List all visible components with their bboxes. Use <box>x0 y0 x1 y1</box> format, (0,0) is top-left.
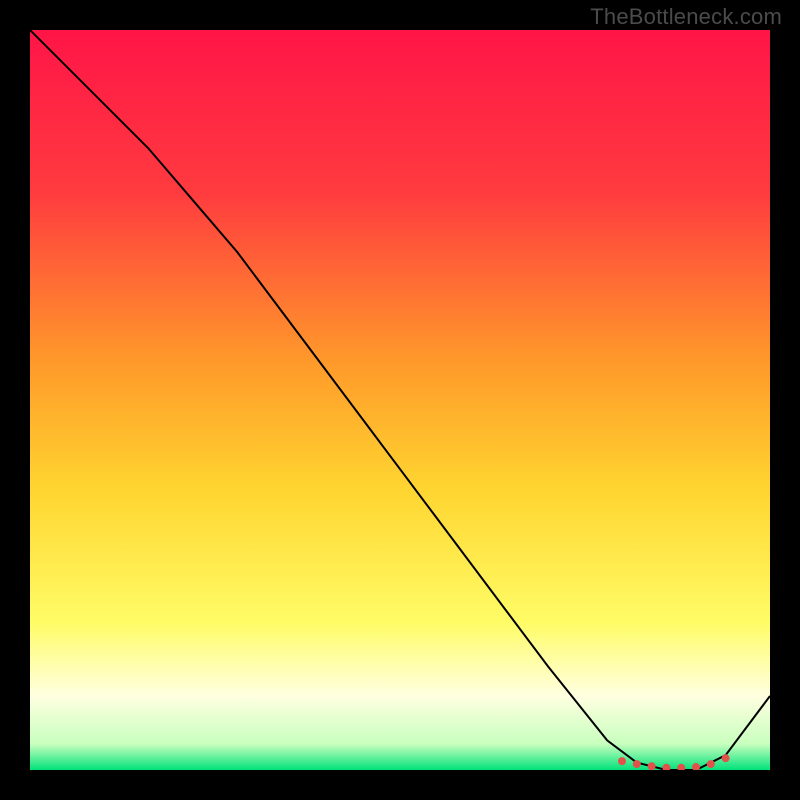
marker-dot <box>618 757 626 765</box>
marker-dot <box>633 760 641 768</box>
plot-area <box>30 30 770 770</box>
watermark-text: TheBottleneck.com <box>590 4 782 30</box>
chart-frame: TheBottleneck.com <box>0 0 800 800</box>
marker-dot <box>722 754 730 762</box>
marker-dot <box>648 762 656 770</box>
chart-svg <box>30 30 770 770</box>
marker-dot <box>707 760 715 768</box>
